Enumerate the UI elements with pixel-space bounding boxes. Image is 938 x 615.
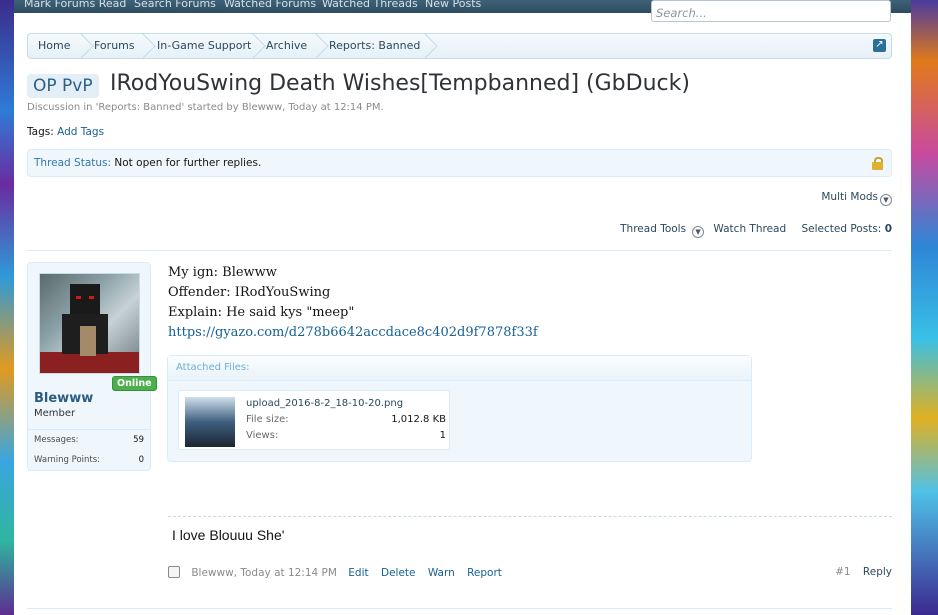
breadcrumb-in-game-support[interactable]: In-Game Support (157, 34, 251, 58)
lock-icon (872, 157, 883, 170)
attachment-views: Views: 1 (246, 430, 446, 441)
post-line: Offender: IRodYouSwing (168, 285, 331, 300)
nav-watched-threads[interactable]: Watched Threads (322, 0, 418, 10)
post-number[interactable]: #1 (835, 566, 850, 578)
thread-status-label: Thread Status: (34, 157, 112, 169)
attachment-filename[interactable]: upload_2016-8-2_18-10-20.png (246, 398, 403, 409)
post-author-date[interactable]: Blewww, Today at 12:14 PM (191, 567, 337, 579)
multi-mods-label: Multi Mods (821, 191, 878, 203)
thread-tags: Tags: Add Tags (27, 126, 104, 138)
edit-link[interactable]: Edit (348, 567, 368, 579)
add-tags-link[interactable]: Add Tags (57, 126, 104, 138)
warn-link[interactable]: Warn (428, 567, 455, 579)
post-line: My ign: Blewww (168, 265, 277, 280)
breadcrumb-separator (78, 33, 90, 59)
thread-status-value: Not open for further replies. (114, 157, 262, 169)
side-decoration-left (0, 0, 14, 615)
attachment-thumbnail[interactable] (185, 397, 235, 447)
chevron-down-icon: ▼ (692, 226, 705, 238)
nav-search-forums[interactable]: Search Forums (134, 0, 216, 10)
breadcrumb-separator (313, 33, 325, 59)
user-title: Member (34, 408, 76, 419)
breadcrumb-separator (422, 33, 434, 59)
post-link[interactable]: https://gyazo.com/d278b6642accdace8c402d… (168, 323, 538, 343)
report-link[interactable]: Report (467, 567, 502, 579)
attached-files-heading: Attached Files: (168, 356, 751, 381)
breadcrumb-forums[interactable]: Forums (94, 34, 135, 58)
breadcrumb-home[interactable]: Home (38, 34, 70, 58)
user-stats: Messages: 59 Warning Points: 0 (28, 429, 150, 470)
side-decoration-right (911, 0, 938, 615)
attached-files: Attached Files: upload_2016-8-2_18-10-20… (167, 355, 752, 462)
tags-label: Tags: (27, 126, 54, 138)
chevron-down-icon: ▼ (880, 194, 892, 206)
breadcrumb-reports-banned[interactable]: Reports: Banned (329, 34, 420, 58)
post-footer: Blewww, Today at 12:14 PM Edit Delete Wa… (168, 566, 511, 579)
nav-new-posts[interactable]: New Posts (425, 0, 481, 10)
breadcrumb-separator (140, 33, 152, 59)
attachment-item[interactable]: upload_2016-8-2_18-10-20.png File size: 1… (178, 390, 450, 450)
divider (27, 608, 892, 609)
watch-thread-link[interactable]: Watch Thread (713, 223, 786, 235)
username[interactable]: Blewww (34, 391, 93, 406)
user-card: Online Blewww Member Messages: 59 Warning… (27, 262, 157, 471)
signature: I love Blouuu She' (168, 527, 672, 551)
post-line: Explain: He said kys "meep" (168, 305, 355, 320)
stat-messages: Messages: 59 (34, 435, 144, 445)
thread-tools-menu[interactable]: Thread Tools ▼ (614, 223, 705, 238)
selected-posts[interactable]: Selected Posts: 0 (796, 223, 893, 235)
jump-to-icon[interactable]: ↗ (873, 39, 886, 52)
select-post-checkbox[interactable] (168, 566, 180, 578)
attachment-size: File size: 1,012.8 KB (246, 414, 446, 425)
delete-link[interactable]: Delete (381, 567, 416, 579)
nav-mark-forums-read[interactable]: Mark Forums Read (24, 0, 126, 10)
online-badge: Online (112, 376, 157, 391)
avatar[interactable] (39, 273, 140, 374)
search-input[interactable]: Search... (651, 0, 891, 22)
multi-mods-menu[interactable]: Multi Mods ▼ (821, 191, 892, 206)
stat-warning-points: Warning Points: 0 (34, 455, 144, 465)
reply-link[interactable]: Reply (863, 566, 892, 578)
signature-divider (168, 516, 892, 517)
breadcrumb: Home Forums In-Game Support Archive Repo… (27, 33, 892, 59)
nav-watched-forums[interactable]: Watched Forums (224, 0, 316, 10)
thread-prefix[interactable]: OP PvP (27, 74, 99, 98)
breadcrumb-separator (250, 33, 262, 59)
post-body: My ign: Blewww Offender: IRodYouSwing Ex… (168, 263, 538, 343)
thread-title: IRodYouSwing Death Wishes[Tempbanned] (G… (110, 71, 690, 96)
divider (27, 250, 892, 251)
thread-status-bar: Thread Status: Not open for further repl… (27, 149, 892, 177)
thread-tools-bar: Thread Tools ▼ Watch Thread Selected Post… (608, 223, 892, 238)
breadcrumb-archive[interactable]: Archive (266, 34, 307, 58)
post-footer-right: #1 Reply (835, 566, 892, 578)
thread-meta: Discussion in 'Reports: Banned' started … (27, 102, 384, 113)
